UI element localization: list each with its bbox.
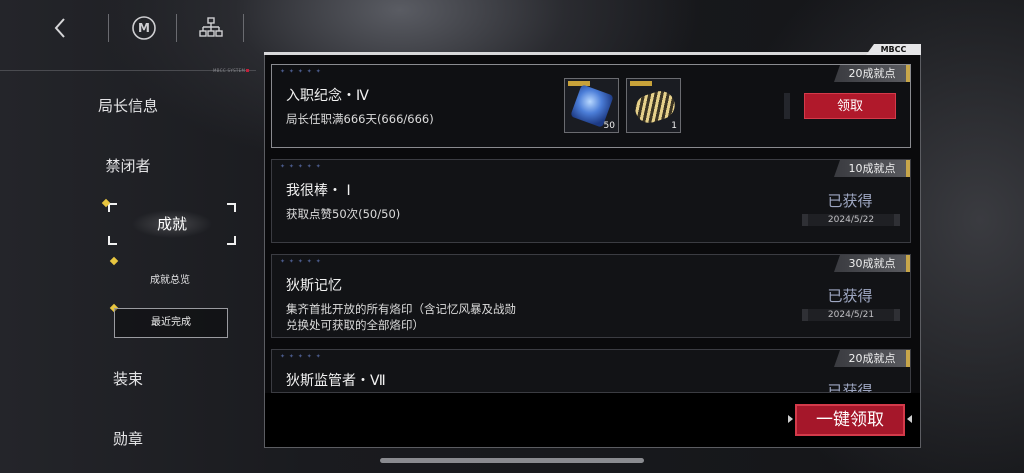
top-bar: M xyxy=(0,0,1024,56)
achievement-points-badge: 20成就点 xyxy=(834,350,910,367)
claim-button-edge xyxy=(784,93,790,119)
obtained-date: 2024/5/22 xyxy=(802,214,900,226)
system-dot xyxy=(246,69,249,72)
card-decoration: ✦ ✦ ✦ ✦ ✦ xyxy=(280,163,322,170)
card-decoration: ✦ ✦ ✦ ✦ ✦ xyxy=(280,68,322,75)
sidebar-item-sinners[interactable]: 禁闭者 xyxy=(0,155,256,176)
sidebar-item-achievements-active[interactable]: 成就 xyxy=(108,203,236,245)
achievement-card: ✦ ✦ ✦ ✦ ✦ 狄斯监管者・Ⅶ 20成就点 已获得 xyxy=(271,349,911,393)
achievement-desc: 局长任职满666天(666/666) xyxy=(286,112,434,126)
achievement-title: 狄斯记忆 xyxy=(286,278,342,294)
achievement-card: ✦ ✦ ✦ ✦ ✦ 我很棒・ Ⅰ 获取点赞50次(50/50) 10成就点 已获… xyxy=(271,159,911,243)
system-label: MBCC SYSTEM xyxy=(213,68,246,73)
arrow-right-icon xyxy=(788,415,793,423)
panel-tag: MBCC xyxy=(866,44,921,55)
card-decoration: ✦ ✦ ✦ ✦ ✦ xyxy=(280,258,322,265)
divider xyxy=(176,14,177,42)
achievement-title: 狄斯监管者・Ⅶ xyxy=(286,373,386,389)
card-decoration: ✦ ✦ ✦ ✦ ✦ xyxy=(280,353,322,360)
achievement-points-badge: 20成就点 xyxy=(834,65,910,82)
sub-item-label: 最近完成 xyxy=(151,317,191,328)
achievement-title: 我很棒・ Ⅰ xyxy=(286,183,351,199)
reward-item[interactable]: 50 xyxy=(564,78,619,133)
divider xyxy=(108,14,109,42)
sub-item-recently-completed[interactable]: 最近完成 xyxy=(114,308,228,338)
reward-item[interactable]: 1 xyxy=(626,78,681,133)
sidebar-item-medals[interactable]: 勋章 xyxy=(0,428,256,449)
home-logo-button[interactable]: M xyxy=(130,14,158,42)
achievement-card: ✦ ✦ ✦ ✦ ✦ 入职纪念・Ⅳ 局长任职满666天(666/666) 50 1… xyxy=(271,64,911,148)
achievement-desc: 获取点赞50次(50/50) xyxy=(286,207,401,221)
achievement-points-badge: 30成就点 xyxy=(834,255,910,272)
org-chart-icon xyxy=(199,17,223,37)
sidebar-item-director-info[interactable]: 局长信息 xyxy=(0,95,256,116)
reward-qty: 1 xyxy=(671,121,677,131)
arrow-left-icon xyxy=(907,415,912,423)
sidebar-item-outfits[interactable]: 装束 xyxy=(0,368,256,389)
achievement-points-badge: 10成就点 xyxy=(834,160,910,177)
claim-all-button[interactable]: 一键领取 xyxy=(795,404,905,436)
sidebar-item-label: 成就 xyxy=(108,203,236,245)
achievement-card: ✦ ✦ ✦ ✦ ✦ 狄斯记忆 集齐首批开放的所有烙印（含记忆风暴及战勋兑换处可获… xyxy=(271,254,911,338)
rarity-tag xyxy=(630,81,652,86)
achievement-desc: 集齐首批开放的所有烙印（含记忆风暴及战勋兑换处可获取的全部烙印） xyxy=(286,302,516,332)
reward-qty: 50 xyxy=(603,121,615,131)
panel-top-line xyxy=(264,52,921,55)
chevron-left-icon xyxy=(54,18,65,38)
obtained-date: 2024/5/21 xyxy=(802,309,900,321)
obtained-status: 已获得 xyxy=(827,287,873,305)
home-indicator[interactable] xyxy=(380,458,644,463)
divider xyxy=(243,14,244,42)
logo-letter: M xyxy=(138,21,150,35)
obtained-status: 已获得 xyxy=(827,382,873,393)
achievement-title: 入职纪念・Ⅳ xyxy=(286,88,369,104)
hierarchy-button[interactable] xyxy=(197,14,225,42)
obtained-status: 已获得 xyxy=(827,192,873,210)
claim-button[interactable]: 领取 xyxy=(804,93,896,119)
back-button[interactable] xyxy=(46,14,74,42)
